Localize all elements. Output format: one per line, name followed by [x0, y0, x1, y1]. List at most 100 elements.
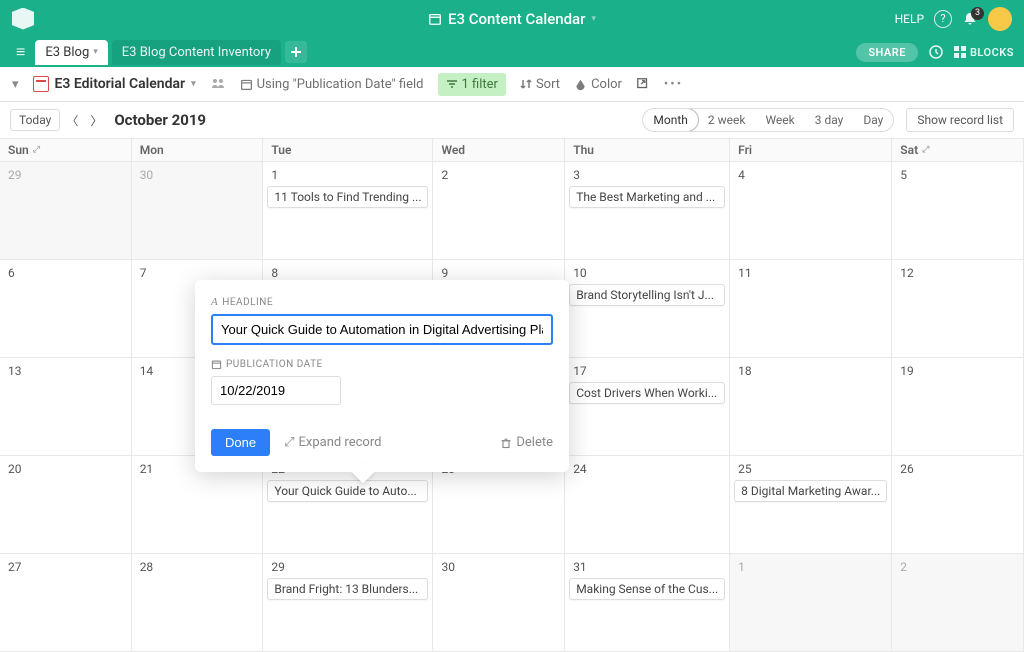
help-link[interactable]: HELP [895, 12, 924, 26]
view-week[interactable]: Week [755, 109, 804, 131]
record-card[interactable]: Brand Fright: 13 Blunders... [267, 578, 428, 600]
view-switcher[interactable]: E3 Editorial Calendar ▾ [33, 76, 196, 92]
day-cell[interactable]: 1 [730, 554, 892, 652]
collapse-sidebar-icon[interactable]: ▾ [12, 77, 19, 92]
day-cell[interactable]: 30 [433, 554, 565, 652]
day-cell[interactable]: 18 [730, 358, 892, 456]
day-header-fri: Fri [730, 139, 892, 162]
date-field-selector[interactable]: Using "Publication Date" field [240, 77, 424, 92]
view-2week[interactable]: 2 week [698, 109, 756, 131]
day-cell[interactable]: 27 [0, 554, 132, 652]
show-record-list-button[interactable]: Show record list [906, 108, 1014, 132]
blocks-icon [954, 46, 966, 58]
day-cell[interactable]: 6 [0, 260, 132, 358]
trash-icon [500, 437, 512, 449]
day-cell[interactable]: 26 [892, 456, 1024, 554]
menu-icon[interactable]: ≡ [10, 42, 31, 62]
base-title[interactable]: E3 Content Calendar ▾ [428, 10, 596, 28]
filter-button[interactable]: 1 filter [438, 73, 506, 96]
history-icon[interactable] [928, 44, 944, 60]
day-cell[interactable]: 20 [0, 456, 132, 554]
chevron-down-icon: ▾ [591, 14, 596, 24]
record-card[interactable]: 11 Tools to Find Trending ... [267, 186, 428, 208]
record-card[interactable]: Cost Drivers When Worki... [569, 382, 725, 404]
record-popover: A HEADLINE PUBLICATION DATE Done ⤢ Expan… [195, 280, 569, 472]
day-cell[interactable]: 5 [892, 162, 1024, 260]
day-header-tue: Tue [263, 139, 433, 162]
next-month-button[interactable]: 〉 [84, 112, 108, 129]
day-cell[interactable]: 29 [0, 162, 132, 260]
calendar-view-icon [33, 76, 49, 92]
pubdate-label: PUBLICATION DATE [211, 359, 553, 370]
prev-month-button[interactable]: 〈 [60, 112, 84, 129]
day-header-sun: Sun⤢ [0, 139, 132, 162]
day-cell[interactable]: 31Making Sense of the Cus... [565, 554, 730, 652]
day-header-thu: Thu [565, 139, 730, 162]
tab-active[interactable]: E3 Blog ▾ [35, 40, 107, 65]
delete-button[interactable]: Delete [500, 435, 553, 450]
expand-icon[interactable]: ⤢ [33, 145, 40, 155]
day-header-wed: Wed [433, 139, 565, 162]
day-header-sat: Sat⤢ [892, 139, 1024, 162]
view-month[interactable]: Month [642, 108, 698, 132]
avatar[interactable] [988, 7, 1012, 31]
day-cell[interactable]: 11 [730, 260, 892, 358]
day-cell[interactable]: 24 [565, 456, 730, 554]
sort-icon [520, 78, 532, 90]
share-button[interactable]: SHARE [856, 43, 918, 62]
day-cell[interactable]: 10Brand Storytelling Isn't J... [565, 260, 730, 358]
calendar-header-icon [428, 12, 442, 26]
expand-record-button[interactable]: ⤢ Expand record [284, 435, 381, 450]
color-button[interactable]: Color [574, 77, 622, 92]
tabs-bar: ≡ E3 Blog ▾ E3 Blog Content Inventory SH… [0, 37, 1024, 67]
record-card[interactable]: Your Quick Guide to Auto... [267, 480, 428, 502]
calendar-icon [211, 359, 222, 370]
color-icon [574, 78, 587, 91]
timeframe-toggle: Month 2 week Week 3 day Day [642, 108, 894, 132]
share-view-icon[interactable] [636, 77, 650, 91]
day-cell[interactable]: 30 [132, 162, 264, 260]
filter-icon [446, 78, 458, 90]
day-cell[interactable]: 28 [132, 554, 264, 652]
day-cell[interactable]: 2 [892, 554, 1024, 652]
record-card[interactable]: 8 Digital Marketing Awar... [734, 480, 887, 502]
calendar-icon [240, 78, 253, 91]
help-icon[interactable]: ? [934, 10, 952, 28]
done-button[interactable]: Done [211, 429, 270, 456]
headline-label: A HEADLINE [211, 296, 553, 308]
month-label: October 2019 [114, 111, 206, 129]
chevron-down-icon: ▾ [191, 79, 196, 89]
day-cell[interactable]: 3The Best Marketing and ... [565, 162, 730, 260]
view-day[interactable]: Day [853, 109, 893, 131]
more-options-icon[interactable]: ••• [664, 77, 683, 92]
headline-input[interactable] [211, 314, 553, 345]
plus-icon [290, 46, 302, 58]
day-cell[interactable]: 4 [730, 162, 892, 260]
day-cell[interactable]: 19 [892, 358, 1024, 456]
day-cell[interactable]: 2 [433, 162, 565, 260]
record-card[interactable]: The Best Marketing and ... [569, 186, 725, 208]
day-header-mon: Mon [132, 139, 264, 162]
day-cell[interactable]: 29Brand Fright: 13 Blunders... [263, 554, 433, 652]
day-cell[interactable]: 17Cost Drivers When Worki... [565, 358, 730, 456]
view-3day[interactable]: 3 day [805, 109, 854, 131]
record-card[interactable]: Making Sense of the Cus... [569, 578, 725, 600]
tab-inactive[interactable]: E3 Blog Content Inventory [112, 40, 281, 65]
day-cell[interactable]: 258 Digital Marketing Awar... [730, 456, 892, 554]
day-cell[interactable]: 111 Tools to Find Trending ... [263, 162, 433, 260]
expand-icon[interactable]: ⤢ [922, 145, 929, 155]
chevron-down-icon: ▾ [93, 47, 98, 57]
calendar-controls: Today 〈 〉 October 2019 Month 2 week Week… [0, 102, 1024, 138]
day-cell[interactable]: 12 [892, 260, 1024, 358]
blocks-button[interactable]: BLOCKS [954, 46, 1014, 59]
people-icon[interactable] [210, 76, 226, 92]
sort-button[interactable]: Sort [520, 77, 560, 92]
day-cell[interactable]: 13 [0, 358, 132, 456]
today-button[interactable]: Today [10, 109, 60, 131]
add-tab-button[interactable] [285, 41, 307, 63]
notifications-button[interactable]: 3 [962, 11, 978, 27]
logo-icon[interactable] [12, 8, 34, 30]
notif-badge: 3 [971, 7, 984, 20]
record-card[interactable]: Brand Storytelling Isn't J... [569, 284, 725, 306]
pubdate-input[interactable] [211, 376, 341, 405]
